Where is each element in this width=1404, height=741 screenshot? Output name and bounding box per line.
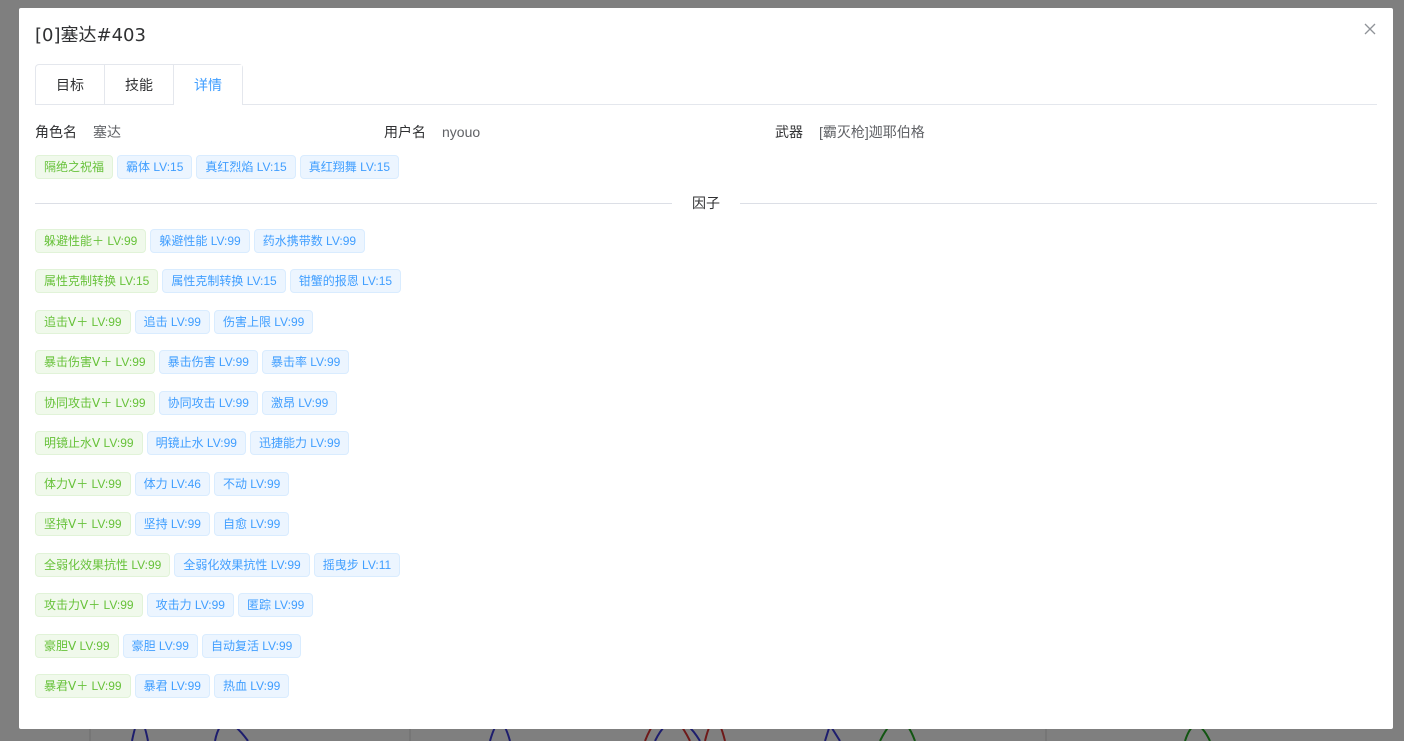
username-field: 用户名 nyouo	[384, 122, 480, 142]
factor-tag: 药水携带数 LV:99	[253, 229, 366, 253]
factor-divider-title: 因子	[672, 193, 740, 213]
factor-tag: 伤害上限 LV:99	[213, 310, 314, 334]
factor-row: 躲避性能＋ LV:99 躲避性能 LV:99 药水携带数 LV:99	[35, 229, 1377, 253]
role-detail-dialog: [0]塞达#403 目标 技能 详情 角色名 塞达 用户名 nyouo 武器 [霸灭枪…	[19, 8, 1393, 729]
factor-tag: 攻击力Ⅴ＋ LV:99	[35, 593, 143, 617]
factor-tag: 热血 LV:99	[213, 674, 290, 698]
factor-row: 坚持Ⅴ＋ LV:99 坚持 LV:99 自愈 LV:99	[35, 512, 1377, 536]
factor-tag: 暴击率 LV:99	[261, 350, 350, 374]
factor-tag: 激昂 LV:99	[261, 391, 338, 415]
skill-tag: 真红翔舞 LV:15	[299, 155, 400, 179]
tab-target[interactable]: 目标	[36, 65, 104, 104]
tab-skills[interactable]: 技能	[104, 65, 173, 104]
factor-tag: 协同攻击 LV:99	[158, 391, 258, 415]
close-icon	[1364, 23, 1376, 35]
info-row: 角色名 塞达 用户名 nyouo 武器 [霸灭枪]迦耶伯格	[35, 122, 1377, 142]
role-name-value: 塞达	[93, 124, 121, 140]
factor-tag: 明镜止水 LV:99	[146, 431, 246, 455]
factor-tag: 协同攻击Ⅴ＋ LV:99	[35, 391, 155, 415]
factor-tag: 坚持Ⅴ＋ LV:99	[35, 512, 131, 536]
factor-row: 体力Ⅴ＋ LV:99 体力 LV:46 不动 LV:99	[35, 472, 1377, 496]
factor-tag: 坚持 LV:99	[134, 512, 210, 536]
factor-row: 协同攻击Ⅴ＋ LV:99 协同攻击 LV:99 激昂 LV:99	[35, 391, 1377, 415]
factor-tag: 属性克制转换 LV:15	[35, 269, 159, 293]
factor-tag: 全弱化效果抗性 LV:99	[35, 553, 171, 577]
factor-tag: 属性克制转换 LV:15	[162, 269, 286, 293]
tab-details[interactable]: 详情	[173, 65, 242, 105]
factor-tag: 自动复活 LV:99	[201, 634, 302, 658]
factor-tag: 全弱化效果抗性 LV:99	[174, 553, 310, 577]
tab-bar: 目标 技能 详情	[35, 64, 1377, 105]
username-value: nyouo	[442, 124, 481, 140]
weapon-value: [霸灭枪]迦耶伯格	[819, 124, 925, 140]
factor-tag: 不动 LV:99	[213, 472, 290, 496]
role-name-label: 角色名	[35, 124, 77, 140]
factor-tag: 躲避性能＋ LV:99	[35, 229, 147, 253]
factor-tag: 躲避性能 LV:99	[150, 229, 250, 253]
factor-row: 全弱化效果抗性 LV:99 全弱化效果抗性 LV:99 摇曳步 LV:11	[35, 553, 1377, 577]
username-label: 用户名	[384, 124, 426, 140]
factor-row: 暴君Ⅴ＋ LV:99 暴君 LV:99 热血 LV:99	[35, 674, 1377, 698]
skill-tag: 真红烈焰 LV:15	[196, 155, 296, 179]
factor-tag: 自愈 LV:99	[213, 512, 290, 536]
factor-tag: 暴君 LV:99	[134, 674, 210, 698]
factor-tag: 暴击伤害Ⅴ＋ LV:99	[35, 350, 155, 374]
factor-tag: 迅捷能力 LV:99	[249, 431, 350, 455]
factor-tag: 攻击力 LV:99	[146, 593, 234, 617]
skill-tag: 霸体 LV:15	[117, 155, 193, 179]
factor-row: 暴击伤害Ⅴ＋ LV:99 暴击伤害 LV:99 暴击率 LV:99	[35, 350, 1377, 374]
weapon-label: 武器	[775, 124, 803, 140]
tab-nav: 目标 技能 详情	[35, 64, 243, 105]
factor-tag: 追击Ⅴ＋ LV:99	[35, 310, 131, 334]
factor-row: 明镜止水Ⅴ LV:99 明镜止水 LV:99 迅捷能力 LV:99	[35, 431, 1377, 455]
factor-tag: 追击 LV:99	[134, 310, 210, 334]
factor-tag: 钳蟹的报恩 LV:15	[289, 269, 402, 293]
factor-divider: 因子	[35, 193, 1377, 213]
dialog-title: [0]塞达#403	[35, 25, 146, 46]
factor-row: 属性克制转换 LV:15 属性克制转换 LV:15 钳蟹的报恩 LV:15	[35, 269, 1377, 293]
role-name-field: 角色名 塞达	[35, 122, 121, 142]
weapon-field: 武器 [霸灭枪]迦耶伯格	[775, 122, 925, 142]
factor-tag: 体力 LV:46	[134, 472, 210, 496]
factor-row: 攻击力Ⅴ＋ LV:99 攻击力 LV:99 匿踪 LV:99	[35, 593, 1377, 617]
factor-row: 追击Ⅴ＋ LV:99 追击 LV:99 伤害上限 LV:99	[35, 310, 1377, 334]
skill-tags: 隔绝之祝福 霸体 LV:15 真红烈焰 LV:15 真红翔舞 LV:15	[35, 155, 1377, 179]
factor-tag: 明镜止水Ⅴ LV:99	[35, 431, 143, 455]
factor-tag: 体力Ⅴ＋ LV:99	[35, 472, 131, 496]
close-button[interactable]	[1361, 20, 1379, 38]
factor-tag: 豪胆 LV:99	[122, 634, 198, 658]
factor-tag: 暴君Ⅴ＋ LV:99	[35, 674, 131, 698]
factor-tag: 豪胆Ⅴ LV:99	[35, 634, 119, 658]
factor-row: 豪胆Ⅴ LV:99 豪胆 LV:99 自动复活 LV:99	[35, 634, 1377, 658]
factor-tag: 暴击伤害 LV:99	[158, 350, 258, 374]
factor-tag: 匿踪 LV:99	[237, 593, 314, 617]
factor-tag: 摇曳步 LV:11	[313, 553, 401, 577]
skill-tag: 隔绝之祝福	[35, 155, 114, 179]
